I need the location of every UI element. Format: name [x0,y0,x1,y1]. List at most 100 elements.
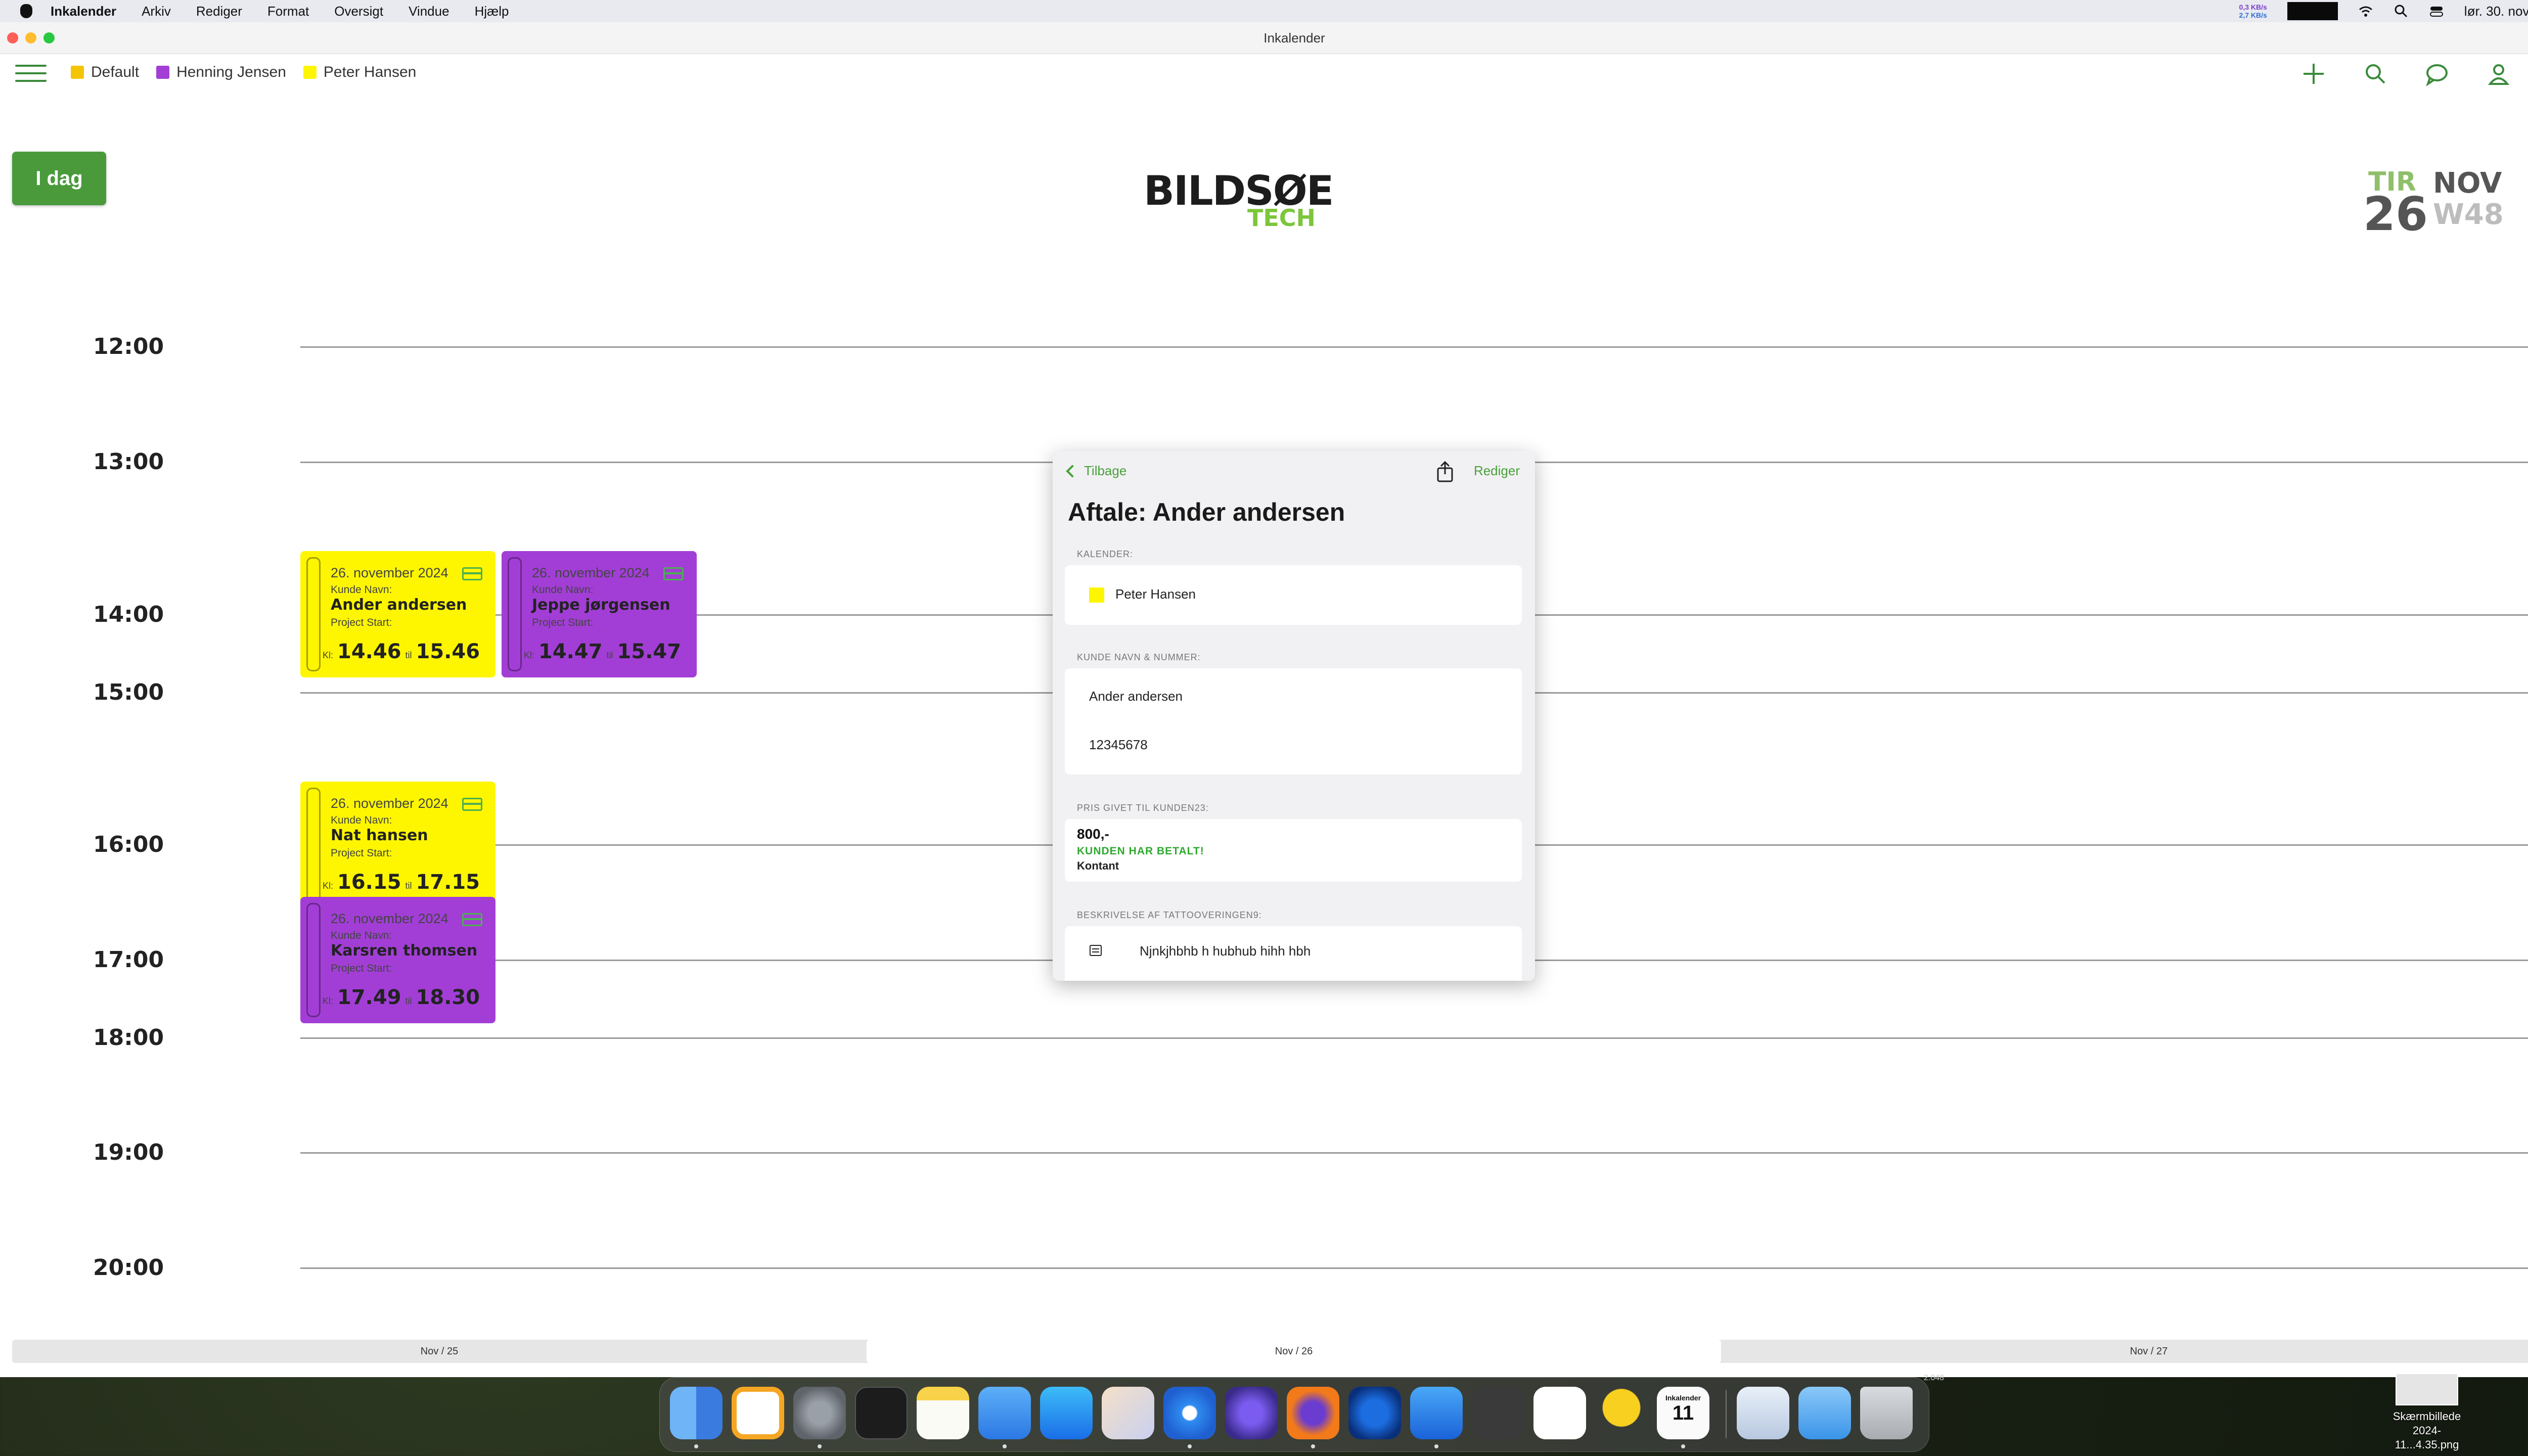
event-name-label: Kunde Navn: [331,584,392,596]
apple-menu-icon[interactable] [20,4,32,18]
event-drag-handle[interactable] [306,903,321,1017]
event-drag-handle[interactable] [508,557,522,671]
legend-swatch [303,66,317,79]
chat-icon[interactable] [2424,61,2450,87]
safari-icon[interactable] [1163,1387,1216,1439]
description-group[interactable]: Njnkjhbhb h hubhub hihh hbh [1065,926,1522,981]
inkalender-dock-icon[interactable]: Inkalender 11 [1657,1387,1709,1439]
legend-swatch [156,66,170,79]
event-card[interactable]: 26. november 2024 Kunde Navn: Jeppe jørg… [502,551,697,677]
share-icon[interactable] [1436,461,1454,482]
menu-oversigt[interactable]: Oversigt [334,4,383,19]
search-icon[interactable] [2362,61,2388,87]
dock-badge: 2.048 [1924,1374,1945,1382]
sublime-text-icon[interactable] [1472,1387,1524,1439]
menu-format[interactable]: Format [267,4,309,19]
dock-calendar-label: Inkalender [1665,1394,1701,1402]
event-til-label: til [606,650,613,660]
menu-clock[interactable]: lør. 30. nov. 12.45 [2464,4,2528,19]
hour-line [300,1037,2528,1039]
event-card[interactable]: 26. november 2024 Kunde Navn: Ander ande… [300,551,495,677]
passwords-icon[interactable] [1737,1387,1789,1439]
menu-app-name[interactable]: Inkalender [51,4,116,19]
price-group[interactable]: 800,- KUNDEN HAR BETALT! Kontant [1065,819,1522,882]
event-drag-handle[interactable] [306,557,321,671]
legend-label: Peter Hansen [323,64,417,80]
desktop-screenshot-file[interactable]: Skærmbillede 2024-11...4.35.png [2381,1373,2472,1452]
day-tab-nov-25[interactable]: Nov / 25 [12,1340,867,1363]
trash-icon[interactable] [1860,1387,1913,1439]
cpu-graph-icon[interactable] [2287,2,2338,20]
legend-item-henning-jensen[interactable]: Henning Jensen [156,64,286,81]
event-times: Kl: 14.46 til 15.46 [323,640,480,663]
calendar-row[interactable]: Peter Hansen [1065,565,1522,625]
firefox-icon[interactable] [1287,1387,1339,1439]
price-section-header: PRIS GIVET TIL KUNDEN23: [1077,803,1209,813]
menu-vindue[interactable]: Vindue [409,4,449,19]
event-til-label: til [405,650,412,660]
close-window-button[interactable] [7,32,18,43]
mail-icon[interactable] [978,1387,1031,1439]
app-store-icon[interactable] [1040,1387,1093,1439]
home-icon[interactable] [732,1387,784,1439]
customer-number-value[interactable]: 12345678 [1089,737,1148,753]
hour-label: 12:00 [93,334,164,359]
appointment-detail-popover: Tilbage Rediger Aftale: Ander andersen K… [1053,451,1535,981]
day-tab-nov-26[interactable]: Nov / 26 [867,1340,1721,1363]
terminal-icon[interactable] [855,1387,908,1439]
legend-label: Henning Jensen [176,64,286,80]
finder-icon[interactable] [670,1387,723,1439]
vscode-icon[interactable] [1533,1387,1586,1439]
day-tab-nov-27[interactable]: Nov / 27 [1721,1340,2528,1363]
xcode-icon[interactable] [1410,1387,1463,1439]
add-icon[interactable] [2300,61,2327,87]
hour-line [300,1152,2528,1154]
dock-calendar-day: 11 [1672,1402,1694,1424]
event-start-label: Project Start: [331,963,392,974]
system-settings-icon[interactable] [793,1387,846,1439]
event-til-label: til [405,996,412,1006]
event-til-label: til [405,881,412,891]
event-times: Kl: 14.47 til 15.47 [524,640,681,663]
event-card[interactable]: 26. november 2024 Kunde Navn: Nat hansen… [300,782,495,908]
today-button[interactable]: I dag [12,152,106,205]
spotlight-search-icon[interactable] [2394,4,2409,19]
event-start-time: 14.47 [538,640,603,663]
customer-name-value[interactable]: Ander andersen [1089,689,1183,704]
wifi-icon[interactable] [2358,4,2373,19]
event-times: Kl: 17.49 til 18.30 [323,986,480,1009]
month-label: NOV [2433,167,2502,200]
logo-line1: BILDSØE [1144,167,1334,214]
launchpad-icon[interactable] [1102,1387,1154,1439]
menu-rediger[interactable]: Rediger [196,4,242,19]
control-center-icon[interactable] [2429,4,2444,19]
chevron-left-icon [1066,464,1079,478]
cyberduck-icon[interactable] [1595,1387,1648,1439]
event-kl-label: Kl: [323,881,334,891]
window-title: Inkalender [1263,30,1325,46]
notes-icon[interactable] [917,1387,969,1439]
legend-label: Default [91,64,140,80]
person-icon[interactable] [2486,61,2512,87]
week-number: W48 [2433,198,2504,231]
payment-card-icon [462,913,482,926]
browser-icon[interactable] [1225,1387,1278,1439]
minimize-window-button[interactable] [25,32,36,43]
legend-item-peter-hansen[interactable]: Peter Hansen [303,64,416,81]
event-drag-handle[interactable] [306,788,321,902]
hour-line [300,1267,2528,1269]
thunderbird-icon[interactable] [1348,1387,1401,1439]
menu-arkiv[interactable]: Arkiv [142,4,171,19]
edit-button[interactable]: Rediger [1474,463,1520,479]
network-monitor[interactable]: 0,3 KB/s 2,7 KB/s [2239,3,2267,19]
zoom-window-button[interactable] [43,32,55,43]
event-card[interactable]: 26. november 2024 Kunde Navn: Karsren th… [300,897,495,1023]
back-button[interactable]: Tilbage [1066,463,1126,479]
files-folder-icon[interactable] [1798,1387,1851,1439]
legend-item-default[interactable]: Default [71,64,139,81]
hamburger-menu-icon[interactable] [15,65,47,83]
hour-label: 20:00 [93,1255,164,1281]
menu-hjaelp[interactable]: Hjælp [475,4,509,19]
net-up-text: 0,3 KB/s [2239,3,2267,11]
event-start-time: 16.15 [337,871,401,894]
